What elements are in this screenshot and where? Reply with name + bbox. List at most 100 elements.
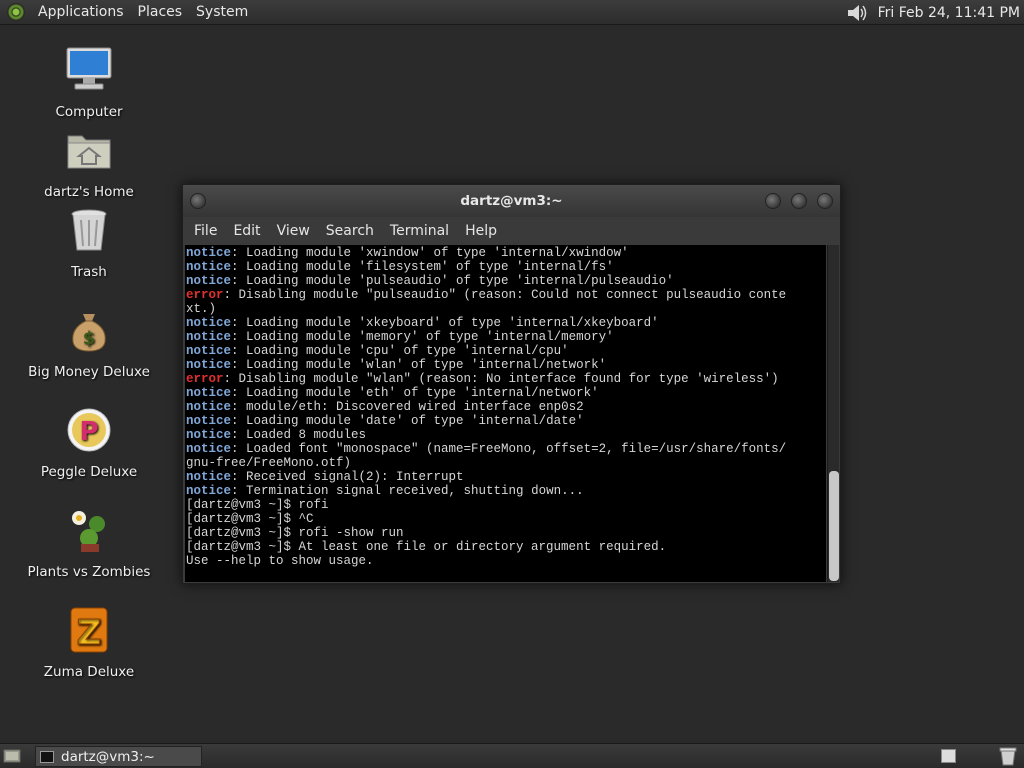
terminal-line-text: [dartz@vm3 ~]$ rofi bbox=[186, 498, 329, 512]
minimize-icon[interactable] bbox=[765, 193, 781, 209]
log-level-notice: notice bbox=[186, 386, 232, 400]
terminal-line-text: xt.) bbox=[186, 302, 217, 316]
terminal-line-text: : Loaded 8 modules bbox=[231, 428, 367, 442]
terminal-line: xt.) bbox=[186, 302, 826, 316]
close-icon[interactable] bbox=[817, 193, 833, 209]
terminal-line-text: : Loading module 'wlan' of type 'interna… bbox=[231, 358, 607, 372]
desktop-icon-trash[interactable]: Trash bbox=[24, 206, 154, 280]
money-bag-icon: $ bbox=[72, 314, 106, 352]
desktop-icon-peggle[interactable]: P Peggle Deluxe bbox=[24, 406, 154, 480]
menu-help[interactable]: Help bbox=[457, 223, 505, 239]
show-desktop-icon[interactable] bbox=[3, 748, 21, 764]
window-title: dartz@vm3:~ bbox=[460, 193, 563, 209]
svg-text:P: P bbox=[79, 417, 98, 447]
log-level-notice: notice bbox=[186, 400, 232, 414]
menu-terminal[interactable]: Terminal bbox=[382, 223, 457, 239]
terminal-icon bbox=[40, 750, 54, 763]
terminal-line: gnu-free/FreeMono.otf) bbox=[186, 456, 826, 470]
terminal-line: notice: Loaded font "monospace" (name=Fr… bbox=[186, 442, 826, 456]
terminal-line-text: : Loading module 'xkeyboard' of type 'in… bbox=[231, 316, 659, 330]
terminal-line-text: : Loaded font "monospace" (name=FreeMono… bbox=[231, 442, 787, 456]
log-level-notice: notice bbox=[186, 246, 232, 260]
terminal-line: [dartz@vm3 ~]$ rofi -show run bbox=[186, 526, 826, 540]
menu-file[interactable]: File bbox=[186, 223, 225, 239]
terminal-line: [dartz@vm3 ~]$ At least one file or dire… bbox=[186, 540, 826, 554]
desktop-icon-big-money[interactable]: $ Big Money Deluxe bbox=[24, 306, 154, 380]
terminal-line-text: Use --help to show usage. bbox=[186, 554, 374, 568]
terminal-line: notice: module/eth: Discovered wired int… bbox=[186, 400, 826, 414]
terminal-line: notice: Loading module 'wlan' of type 'i… bbox=[186, 358, 826, 372]
log-level-notice: notice bbox=[186, 344, 232, 358]
system-menu[interactable]: System bbox=[189, 0, 255, 25]
terminal-line: notice: Loading module 'pulseaudio' of t… bbox=[186, 274, 826, 288]
desktop-icon-computer[interactable]: Computer bbox=[24, 46, 154, 120]
scrollbar[interactable] bbox=[827, 245, 839, 582]
terminal-line: notice: Loaded 8 modules bbox=[186, 428, 826, 442]
terminal-line: error: Disabling module "pulseaudio" (re… bbox=[186, 288, 826, 302]
top-panel: Applications Places System Fri Feb 24, 1… bbox=[0, 0, 1024, 25]
menu-edit[interactable]: Edit bbox=[225, 223, 268, 239]
terminal-line-text: : Termination signal received, shutting … bbox=[231, 484, 584, 498]
log-level-error: error bbox=[186, 372, 224, 386]
log-level-notice: notice bbox=[186, 442, 232, 456]
desktop-icon-label: Plants vs Zombies bbox=[27, 564, 151, 580]
terminal-line-text: : Loading module 'cpu' of type 'internal… bbox=[231, 344, 569, 358]
log-level-notice: notice bbox=[186, 260, 232, 274]
computer-icon bbox=[66, 47, 112, 90]
terminal-line-text: : Disabling module "wlan" (reason: No in… bbox=[223, 372, 779, 386]
window-menu-icon[interactable] bbox=[190, 193, 206, 209]
terminal-line-text: [dartz@vm3 ~]$ ^C bbox=[186, 512, 314, 526]
menu-search[interactable]: Search bbox=[318, 223, 382, 239]
workspace-switcher[interactable] bbox=[941, 749, 956, 763]
terminal-line: Use --help to show usage. bbox=[186, 554, 826, 568]
desktop-icon-label: Big Money Deluxe bbox=[28, 364, 150, 380]
terminal-line: notice: Loading module 'xwindow' of type… bbox=[186, 246, 826, 260]
terminal-line: [dartz@vm3 ~]$ ^C bbox=[186, 512, 826, 526]
log-level-notice: notice bbox=[186, 330, 232, 344]
terminal-line: notice: Loading module 'memory' of type … bbox=[186, 330, 826, 344]
applications-menu[interactable]: Applications bbox=[31, 0, 131, 25]
terminal-line-text: : Loading module 'filesystem' of type 'i… bbox=[231, 260, 614, 274]
desktop-icon-pvz[interactable]: Plants vs Zombies bbox=[24, 506, 154, 580]
places-menu[interactable]: Places bbox=[131, 0, 190, 25]
terminal-line-text: : Loading module 'xwindow' of type 'inte… bbox=[231, 246, 629, 260]
title-bar[interactable]: dartz@vm3:~ bbox=[183, 185, 840, 217]
desktop-icon-home[interactable]: dartz's Home bbox=[24, 126, 154, 200]
peggle-icon: P bbox=[67, 408, 111, 452]
trash-applet-icon[interactable] bbox=[998, 747, 1018, 766]
terminal-line-text: : Loading module 'date' of type 'interna… bbox=[231, 414, 584, 428]
terminal-line: notice: Loading module 'cpu' of type 'in… bbox=[186, 344, 826, 358]
zuma-icon: Z bbox=[70, 607, 108, 654]
trash-icon bbox=[71, 209, 107, 251]
terminal-line-text: : module/eth: Discovered wired interface… bbox=[231, 400, 584, 414]
log-level-notice: notice bbox=[186, 414, 232, 428]
desktop-icon-label: dartz's Home bbox=[44, 184, 134, 200]
log-level-notice: notice bbox=[186, 470, 232, 484]
distro-logo-icon[interactable] bbox=[7, 3, 25, 21]
menu-bar: File Edit View Search Terminal Help bbox=[183, 217, 840, 245]
desktop-icon-label: Computer bbox=[55, 104, 123, 120]
svg-text:$: $ bbox=[83, 328, 96, 349]
terminal-line: notice: Received signal(2): Interrupt bbox=[186, 470, 826, 484]
terminal-line: notice: Loading module 'xkeyboard' of ty… bbox=[186, 316, 826, 330]
terminal-line-text: [dartz@vm3 ~]$ rofi -show run bbox=[186, 526, 404, 540]
terminal-line-text: : Loading module 'pulseaudio' of type 'i… bbox=[231, 274, 674, 288]
plants-vs-zombies-icon bbox=[72, 511, 105, 552]
log-level-notice: notice bbox=[186, 484, 232, 498]
desktop-icon-zuma[interactable]: Z Zuma Deluxe bbox=[24, 606, 154, 680]
terminal-line: error: Disabling module "wlan" (reason: … bbox=[186, 372, 826, 386]
terminal-output[interactable]: notice: Loading module 'xwindow' of type… bbox=[185, 245, 826, 582]
desktop-icon-label: Trash bbox=[71, 264, 107, 280]
taskbar-button-terminal[interactable]: dartz@vm3:~ bbox=[35, 746, 202, 767]
desktop-icon-label: Zuma Deluxe bbox=[43, 664, 135, 680]
terminal-line-text: : Disabling module "pulseaudio" (reason:… bbox=[223, 288, 787, 302]
terminal-line-text: gnu-free/FreeMono.otf) bbox=[186, 456, 352, 470]
volume-icon[interactable] bbox=[846, 3, 868, 23]
maximize-icon[interactable] bbox=[791, 193, 807, 209]
terminal-window: dartz@vm3:~ File Edit View Search Termin… bbox=[182, 184, 841, 584]
terminal-line: notice: Termination signal received, shu… bbox=[186, 484, 826, 498]
clock[interactable]: Fri Feb 24, 11:41 PM bbox=[878, 5, 1020, 21]
terminal-line: notice: Loading module 'eth' of type 'in… bbox=[186, 386, 826, 400]
menu-view[interactable]: View bbox=[269, 223, 318, 239]
scrollbar-thumb[interactable] bbox=[829, 471, 839, 581]
